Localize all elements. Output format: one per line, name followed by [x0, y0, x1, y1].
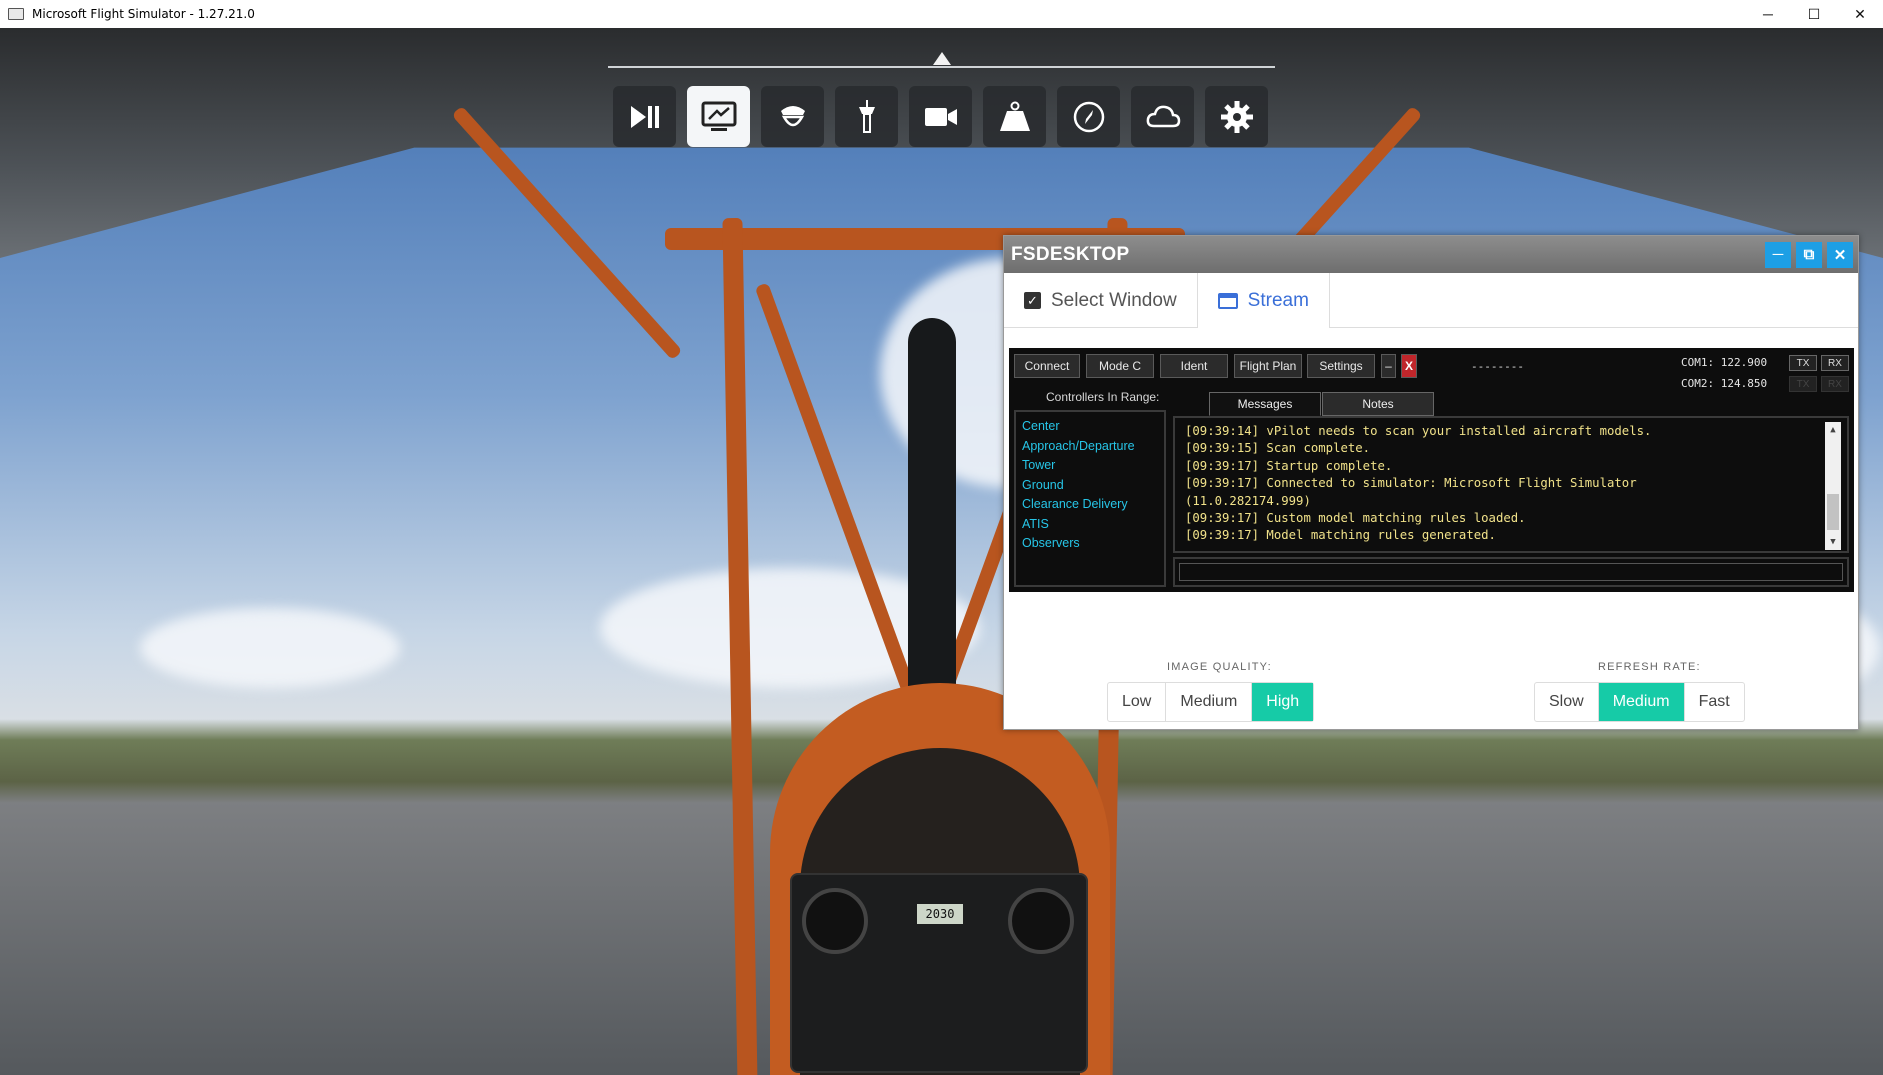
- quality-high-button[interactable]: High: [1252, 683, 1314, 721]
- com1-tx-button[interactable]: TX: [1789, 355, 1817, 371]
- quality-low-button[interactable]: Low: [1108, 683, 1167, 721]
- fsdesktop-button[interactable]: [687, 86, 750, 147]
- camera-button[interactable]: [909, 86, 972, 147]
- fsdesktop-header[interactable]: FSDESKTOP ─ ⧉ ✕: [1004, 236, 1858, 273]
- controllers-list: Center Approach/Departure Tower Ground C…: [1014, 410, 1166, 587]
- camera-icon: [924, 107, 957, 126]
- vpilot-stream[interactable]: Connect Mode C Ident Flight Plan Setting…: [1009, 348, 1854, 592]
- navlog-button[interactable]: [1057, 86, 1120, 147]
- refresh-medium-button[interactable]: Medium: [1598, 683, 1685, 721]
- flight-plan-button[interactable]: Flight Plan: [1234, 354, 1302, 378]
- connection-status: --------: [1471, 360, 1524, 373]
- controller-item[interactable]: Clearance Delivery: [1022, 495, 1158, 515]
- controller-item[interactable]: Approach/Departure: [1022, 437, 1158, 457]
- settings-text-button[interactable]: Settings: [1307, 354, 1375, 378]
- com1-frequency: COM1: 122.900: [1681, 356, 1768, 369]
- window-titlebar: Microsoft Flight Simulator - 1.27.21.0 ─…: [0, 0, 1883, 28]
- fsdesktop-title: FSDESKTOP: [1011, 243, 1130, 265]
- weight-icon: [999, 101, 1030, 131]
- quality-medium-button[interactable]: Medium: [1166, 683, 1253, 721]
- settings-button[interactable]: [1205, 86, 1268, 147]
- refresh-rate-label: REFRESH RATE:: [1598, 661, 1701, 673]
- controller-item[interactable]: Center: [1022, 417, 1158, 437]
- refresh-slow-button[interactable]: Slow: [1535, 683, 1599, 721]
- connect-button[interactable]: Connect: [1014, 354, 1080, 378]
- app-icon: [8, 8, 24, 20]
- cloud-icon: [1146, 105, 1180, 127]
- pause-play-button[interactable]: [613, 86, 676, 147]
- tab-notes[interactable]: Notes: [1322, 392, 1434, 416]
- compass-icon: [1073, 101, 1104, 132]
- vpilot-close-button[interactable]: X: [1401, 354, 1417, 378]
- checkbox-icon: ✓: [1024, 292, 1041, 309]
- message-line: [09:39:17] Startup complete.: [1185, 458, 1393, 473]
- com2-frequency: COM2: 124.850: [1681, 377, 1768, 390]
- image-quality-label: IMAGE QUALITY:: [1167, 661, 1272, 673]
- scrollbar-thumb[interactable]: [1827, 494, 1839, 530]
- fsdesktop-window: FSDESKTOP ─ ⧉ ✕ ✓ Select Window Stream C…: [1003, 235, 1859, 730]
- mode-c-button[interactable]: Mode C: [1086, 354, 1154, 378]
- controller-item[interactable]: Tower: [1022, 456, 1158, 476]
- controller-item[interactable]: ATIS: [1022, 515, 1158, 535]
- pilot-button[interactable]: [761, 86, 824, 147]
- altimeter-gauge: [802, 888, 868, 954]
- refresh-rate-selector: Slow Medium Fast: [1534, 682, 1745, 722]
- messages-scrollbar[interactable]: ▲ ▼: [1825, 422, 1841, 550]
- msfs-toolbar: [613, 86, 1268, 147]
- com1-rx-button[interactable]: RX: [1821, 355, 1849, 371]
- messages-log: [09:39:14] vPilot needs to scan your ins…: [1173, 416, 1849, 553]
- window-title: Microsoft Flight Simulator - 1.27.21.0: [32, 7, 255, 21]
- tab-select-window[interactable]: ✓ Select Window: [1004, 273, 1197, 328]
- weather-button[interactable]: [1131, 86, 1194, 147]
- engine-lcd: 2030: [917, 904, 963, 924]
- scroll-up-icon[interactable]: ▲: [1825, 422, 1841, 438]
- window-icon: [1217, 292, 1238, 309]
- gear-icon: [1220, 100, 1253, 133]
- panel-minimize-button[interactable]: ─: [1765, 241, 1791, 268]
- fsdesktop-tabs: ✓ Select Window Stream: [1004, 273, 1858, 328]
- desktop-screen-icon: [701, 101, 736, 131]
- panel-close-button[interactable]: ✕: [1827, 241, 1853, 268]
- com2-rx-button[interactable]: RX: [1821, 376, 1849, 392]
- message-line: [09:39:15] Scan complete.: [1185, 441, 1371, 456]
- tab-messages[interactable]: Messages: [1209, 392, 1321, 416]
- vpilot-minimize-button[interactable]: –: [1381, 354, 1396, 378]
- refresh-fast-button[interactable]: Fast: [1685, 683, 1744, 721]
- com2-tx-button[interactable]: TX: [1789, 376, 1817, 392]
- control-tower-icon: [858, 99, 875, 133]
- tab-label: Select Window: [1051, 289, 1177, 311]
- panel-undock-button[interactable]: ⧉: [1796, 241, 1822, 268]
- pause-play-icon: [630, 105, 659, 128]
- maximize-button[interactable]: ☐: [1791, 0, 1837, 28]
- message-line: (11.0.282174.999): [1185, 493, 1311, 508]
- message-line: [09:39:17] Custom model matching rules l…: [1185, 511, 1526, 526]
- toolbar-caret-icon[interactable]: [933, 52, 951, 65]
- message-line: [09:39:17] Connected to simulator: Micro…: [1185, 476, 1637, 491]
- weight-balance-button[interactable]: [983, 86, 1046, 147]
- cloud: [140, 608, 400, 688]
- controller-item[interactable]: Observers: [1022, 534, 1158, 554]
- airspeed-gauge: [1008, 888, 1074, 954]
- minimize-button[interactable]: ─: [1745, 0, 1791, 28]
- pilot-icon: [780, 105, 805, 126]
- scroll-down-icon[interactable]: ▼: [1825, 534, 1841, 550]
- image-quality-selector: Low Medium High: [1107, 682, 1315, 722]
- tab-stream[interactable]: Stream: [1196, 273, 1330, 328]
- controller-item[interactable]: Ground: [1022, 476, 1158, 496]
- atc-button[interactable]: [835, 86, 898, 147]
- tab-label: Stream: [1247, 289, 1309, 311]
- close-button[interactable]: ✕: [1837, 0, 1883, 28]
- toolbar-divider: [608, 66, 1275, 68]
- message-input-box: [1173, 557, 1849, 587]
- ident-button[interactable]: Ident: [1160, 354, 1228, 378]
- message-line: [09:39:17] Model matching rules generate…: [1185, 528, 1496, 543]
- message-input[interactable]: [1179, 563, 1843, 581]
- controllers-label: Controllers In Range:: [1046, 390, 1160, 404]
- message-line: [09:39:14] vPilot needs to scan your ins…: [1185, 424, 1652, 438]
